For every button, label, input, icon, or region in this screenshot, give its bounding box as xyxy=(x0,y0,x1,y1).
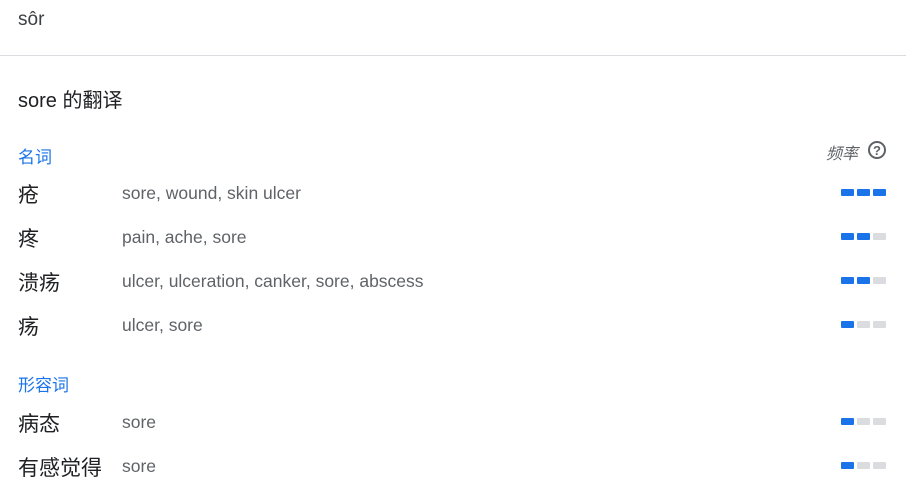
translation-term: 疡 xyxy=(18,316,39,339)
translation-synonyms: sore xyxy=(122,456,157,476)
translation-row[interactable]: 疮 sore, wound, skin ulcer xyxy=(0,173,906,213)
translation-term: 疼 xyxy=(18,228,39,251)
translation-synonyms: sore xyxy=(122,412,157,432)
frequency-bar xyxy=(873,189,886,196)
translation-term: 溃疡 xyxy=(18,272,60,295)
translations-title: sore 的翻译 xyxy=(18,90,123,112)
translation-row[interactable]: 病态 sore xyxy=(0,402,906,442)
frequency-meter xyxy=(841,418,886,425)
pronunciation-text: sôr xyxy=(18,9,45,30)
translation-term: 病态 xyxy=(18,413,60,436)
frequency-bar xyxy=(873,462,886,469)
pos-label-noun: 名词 xyxy=(18,148,52,167)
frequency-meter xyxy=(841,462,886,469)
frequency-bar xyxy=(841,233,854,240)
frequency-bar xyxy=(841,462,854,469)
frequency-label: 频率 xyxy=(825,146,858,163)
pos-label-adjective: 形容词 xyxy=(18,376,69,395)
frequency-bar xyxy=(873,321,886,328)
translation-row[interactable]: 有感觉得 sore xyxy=(0,446,906,486)
frequency-bar xyxy=(873,233,886,240)
frequency-bar xyxy=(841,418,854,425)
frequency-bar xyxy=(857,189,870,196)
frequency-bar xyxy=(873,418,886,425)
translation-row[interactable]: 疼 pain, ache, sore xyxy=(0,217,906,257)
translation-synonyms: pain, ache, sore xyxy=(122,227,247,247)
frequency-bar xyxy=(841,321,854,328)
translation-row[interactable]: 溃疡 ulcer, ulceration, canker, sore, absc… xyxy=(0,261,906,301)
frequency-meter xyxy=(841,277,886,284)
frequency-bar xyxy=(841,277,854,284)
frequency-meter xyxy=(841,189,886,196)
frequency-bar xyxy=(857,277,870,284)
translation-term: 有感觉得 xyxy=(18,457,102,480)
frequency-bar xyxy=(857,418,870,425)
pronunciation-bar: sôr xyxy=(0,0,906,56)
frequency-bar xyxy=(857,233,870,240)
frequency-bar xyxy=(873,277,886,284)
translation-term: 疮 xyxy=(18,184,39,207)
frequency-bar xyxy=(841,189,854,196)
translation-synonyms: sore, wound, skin ulcer xyxy=(122,183,301,203)
frequency-meter xyxy=(841,233,886,240)
translation-synonyms: ulcer, sore xyxy=(122,315,203,335)
translation-row[interactable]: 疡 ulcer, sore xyxy=(0,305,906,345)
translation-synonyms: ulcer, ulceration, canker, sore, abscess xyxy=(122,271,424,291)
frequency-meter xyxy=(841,321,886,328)
frequency-bar xyxy=(857,321,870,328)
help-icon[interactable]: ? xyxy=(868,141,886,159)
frequency-bar xyxy=(857,462,870,469)
